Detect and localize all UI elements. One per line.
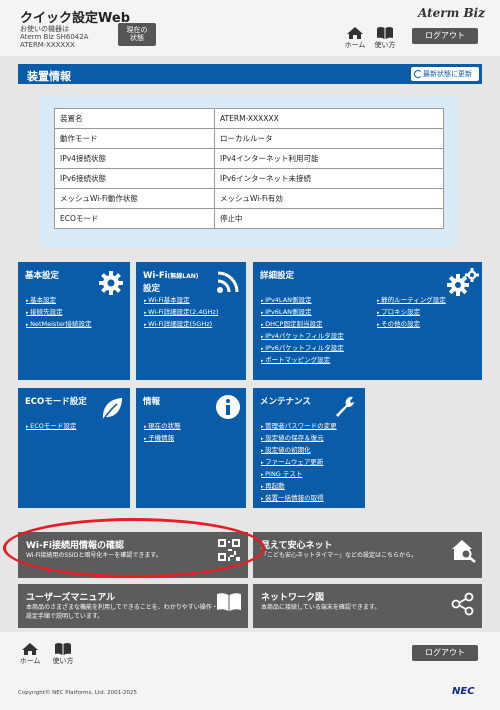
- table-row: 装置名 ATERM-XXXXXX: [54, 108, 444, 129]
- wifi-icon: [217, 271, 239, 293]
- header: クイック設定Web お使いの機器は Aterm Biz SH6042A ATER…: [0, 0, 500, 56]
- logout-button[interactable]: ログアウト: [412, 28, 478, 44]
- link-ipv4-lan[interactable]: IPv4LAN側設定: [261, 295, 344, 307]
- network-map-title: ネットワーク図: [261, 593, 325, 603]
- eco-settings-tile[interactable]: ECOモード設定 ECOモード設定: [18, 388, 130, 508]
- app-title: クイック設定Web: [20, 11, 130, 26]
- link-dhcp-fixed[interactable]: DHCP固定割当設定: [261, 319, 344, 331]
- link-device-info-export[interactable]: 装置一括情報の取得: [261, 493, 337, 505]
- leaf-icon: [102, 398, 122, 421]
- table-row: ECOモード 停止中: [54, 208, 444, 229]
- help-button[interactable]: 使い方: [374, 26, 396, 50]
- link-wifi-5ghz[interactable]: Wi-Fi詳細設定(5GHz): [144, 319, 218, 331]
- highlight-annotation: [3, 518, 265, 578]
- wifi-settings-links: Wi-Fi基本設定 Wi-Fi詳細設定(2.4GHz) Wi-Fi詳細設定(5G…: [144, 295, 218, 331]
- maintenance-title: メンテナンス: [260, 397, 311, 407]
- gears-icon: [447, 268, 479, 296]
- device-info-table: 装置名 ATERM-XXXXXX 動作モード ローカルルータ IPv4接続状態 IPv…: [54, 108, 444, 229]
- wifi-settings-tile[interactable]: Wi-Fi(無線LAN)設定 Wi-Fi基本設定 Wi-Fi詳細設定(2.4GH…: [136, 262, 246, 380]
- footer-help-button[interactable]: 使い方: [52, 642, 74, 666]
- footer-home-button[interactable]: ホーム: [19, 642, 41, 666]
- link-static-routing[interactable]: 静的ルーティング設定: [377, 295, 446, 307]
- current-status-button[interactable]: 現在の 状態: [118, 23, 156, 46]
- maintenance-tile[interactable]: メンテナンス 管理者パスワードの変更 設定値の保存＆復元 設定値の初期化 ファー…: [253, 388, 365, 508]
- link-reboot[interactable]: 再起動: [261, 481, 337, 493]
- link-ping-test[interactable]: PING テスト: [261, 469, 337, 481]
- nec-logo: NEC: [452, 686, 475, 697]
- user-manual-title: ユーザーズマニュアル: [26, 593, 116, 603]
- info-icon: [216, 395, 240, 419]
- eco-settings-links: ECOモード設定: [26, 421, 76, 433]
- device-info-header: 装置情報 最新状態に更新: [18, 64, 482, 84]
- safety-net-title: 見えて安心ネット: [261, 541, 333, 551]
- link-wifi-basic[interactable]: Wi-Fi基本設定: [144, 295, 218, 307]
- advanced-settings-links-col1: IPv4LAN側設定 IPv6LAN側設定 DHCP固定割当設定 IPv4パケッ…: [261, 295, 344, 367]
- info-tile[interactable]: 情報 現在の状態 子機情報: [136, 388, 246, 508]
- user-manual-tile[interactable]: ユーザーズマニュアル 本商品のさまざまな機能を利用してできることを、わかりやすい…: [18, 584, 248, 628]
- device-name: ATERM-XXXXXX: [20, 41, 75, 49]
- link-wifi-24ghz[interactable]: Wi-Fi詳細設定(2.4GHz): [144, 307, 218, 319]
- gear-icon: [99, 271, 123, 295]
- link-save-restore[interactable]: 設定値の保存＆復元: [261, 433, 337, 445]
- wifi-settings-title: Wi-Fi(無線LAN) 設定: [143, 271, 199, 294]
- advanced-settings-title: 詳細設定: [260, 271, 295, 281]
- table-row: 動作モード ローカルルータ: [54, 128, 444, 149]
- link-firmware-update[interactable]: ファームウェア更新: [261, 457, 337, 469]
- book-icon: [55, 643, 71, 655]
- advanced-settings-links-col2: 静的ルーティング設定 プロキシ設定 その他の設定: [377, 295, 446, 331]
- table-row: メッシュWi-Fi動作状態 メッシュWi-Fi有効: [54, 188, 444, 209]
- home-search-icon: [452, 540, 476, 563]
- link-connection-settings[interactable]: 接続先設定: [26, 307, 92, 319]
- link-ipv6-filter[interactable]: IPv6パケットフィルタ設定: [261, 343, 344, 355]
- basic-settings-links: 基本設定 接続先設定 NetMeister接続設定: [26, 295, 92, 331]
- link-client-info[interactable]: 子機情報: [144, 433, 181, 445]
- refresh-icon: [414, 70, 422, 78]
- link-ipv6-lan[interactable]: IPv6LAN側設定: [261, 307, 344, 319]
- footer: [0, 632, 500, 710]
- info-title: 情報: [143, 397, 161, 407]
- advanced-settings-tile[interactable]: 詳細設定 IPv4LAN側設定 IPv6LAN側設定 DHCP固定割当設定 IP…: [253, 262, 482, 380]
- link-proxy[interactable]: プロキシ設定: [377, 307, 446, 319]
- network-map-desc: 本商品に接続している端末を確認できます。: [261, 604, 381, 611]
- share-network-icon: [451, 592, 474, 616]
- link-ipv4-filter[interactable]: IPv4パケットフィルタ設定: [261, 331, 344, 343]
- link-initialize[interactable]: 設定値の初期化: [261, 445, 337, 457]
- link-admin-password[interactable]: 管理者パスワードの変更: [261, 421, 337, 433]
- aterm-biz-logo: Aterm Biz: [418, 6, 485, 20]
- table-row: IPv4接続状態 IPv4インターネット利用可能: [54, 148, 444, 169]
- safety-net-desc: 「こども安心ネットタイマー」などの設定はこちらから。: [261, 552, 418, 559]
- safety-net-tile[interactable]: 見えて安心ネット 「こども安心ネットタイマー」などの設定はこちらから。: [253, 532, 482, 578]
- user-manual-desc: 本商品のさまざまな機能を利用してできることを、わかりやすい操作・設定手順で説明し…: [26, 604, 218, 620]
- link-eco-mode[interactable]: ECOモード設定: [26, 421, 76, 433]
- book-icon: [377, 27, 393, 39]
- link-current-status[interactable]: 現在の状態: [144, 421, 181, 433]
- link-port-mapping[interactable]: ポートマッピング設定: [261, 355, 344, 367]
- home-icon: [22, 643, 38, 655]
- home-button[interactable]: ホーム: [344, 26, 366, 50]
- eco-settings-title: ECOモード設定: [25, 397, 87, 407]
- basic-settings-title: 基本設定: [25, 271, 60, 281]
- network-map-tile[interactable]: ネットワーク図 本商品に接続している端末を確認できます。: [253, 584, 482, 628]
- table-row: IPv6接続状態 IPv6インターネット未接続: [54, 168, 444, 189]
- home-icon: [347, 27, 363, 39]
- book-icon: [217, 593, 241, 611]
- footer-logout-button[interactable]: ログアウト: [412, 645, 478, 661]
- basic-settings-tile[interactable]: 基本設定 基本設定 接続先設定 NetMeister接続設定: [18, 262, 130, 380]
- wrench-icon: [336, 396, 354, 417]
- device-info-panel: 装置名 ATERM-XXXXXX 動作モード ローカルルータ IPv4接続状態 IPv…: [40, 96, 458, 248]
- copyright: Copyright© NEC Platforms, Ltd. 2001-2025: [18, 690, 138, 696]
- link-netmeister-settings[interactable]: NetMeister接続設定: [26, 319, 91, 331]
- refresh-button[interactable]: 最新状態に更新: [411, 67, 479, 81]
- device-info-title: 装置情報: [27, 70, 71, 83]
- link-basic-settings[interactable]: 基本設定: [26, 295, 92, 307]
- link-other-settings[interactable]: その他の設定: [377, 319, 446, 331]
- info-links: 現在の状態 子機情報: [144, 421, 181, 445]
- maintenance-links: 管理者パスワードの変更 設定値の保存＆復元 設定値の初期化 ファームウェア更新 …: [261, 421, 337, 505]
